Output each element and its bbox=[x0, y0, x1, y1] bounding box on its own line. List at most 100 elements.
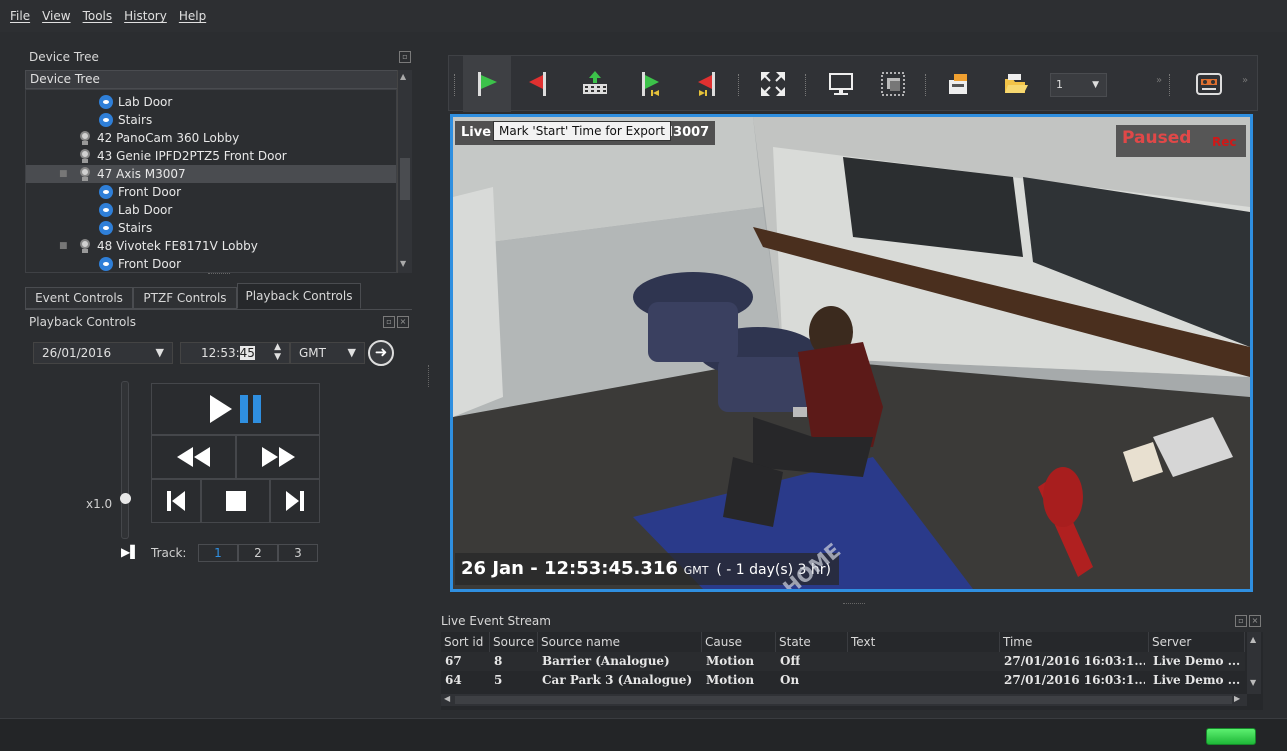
menu-file[interactable]: File bbox=[10, 9, 30, 23]
tab-playback-controls[interactable]: Playback Controls bbox=[237, 283, 361, 309]
scroll-left-icon[interactable]: ◀ bbox=[444, 694, 450, 703]
menu-view[interactable]: View bbox=[42, 9, 70, 23]
tree-node[interactable]: Lab Door bbox=[99, 201, 172, 219]
flag-end-icon bbox=[529, 72, 546, 96]
chevron-down-icon: ▼ bbox=[1092, 80, 1099, 90]
scroll-right-icon[interactable]: ▶ bbox=[1234, 694, 1240, 703]
splitter-handle[interactable] bbox=[843, 603, 865, 604]
stop-button[interactable] bbox=[201, 479, 270, 523]
tree-node[interactable]: Front Door bbox=[99, 255, 181, 272]
column-header[interactable]: Source name bbox=[538, 632, 702, 652]
panel-float-icon[interactable]: ▫ bbox=[383, 316, 395, 328]
tree-node[interactable]: Lab Door bbox=[99, 93, 172, 111]
cassette-icon bbox=[1196, 73, 1222, 95]
splitter-handle[interactable] bbox=[208, 273, 230, 274]
panel-float-icon[interactable]: ▫ bbox=[1235, 615, 1247, 627]
timezone-select[interactable]: GMT ▼ bbox=[290, 342, 365, 364]
monitor-icon bbox=[829, 73, 853, 95]
tree-node[interactable]: 43 Genie IPFD2PTZ5 Front Door bbox=[79, 147, 287, 165]
monitor-button[interactable] bbox=[817, 56, 865, 112]
menu-bar: File View Tools History Help bbox=[0, 0, 1287, 32]
tree-node[interactable]: Stairs bbox=[99, 111, 152, 129]
goto-end-mark-button[interactable] bbox=[683, 56, 731, 112]
track-3-button[interactable]: 3 bbox=[278, 544, 318, 562]
play-pause-button[interactable] bbox=[151, 383, 320, 435]
cassette-button[interactable] bbox=[1185, 56, 1233, 112]
tab-ptzf-controls[interactable]: PTZF Controls bbox=[133, 287, 237, 309]
mark-start-button[interactable] bbox=[463, 56, 511, 112]
scroll-up-icon[interactable]: ▲ bbox=[400, 72, 406, 81]
tab-event-controls[interactable]: Event Controls bbox=[25, 287, 133, 309]
track-2-button[interactable]: 2 bbox=[238, 544, 278, 562]
device-tree-list: Lab Door Stairs 42 PanoCam 360 Lobby 43 … bbox=[25, 89, 397, 273]
fast-forward-button[interactable] bbox=[236, 435, 320, 479]
vertical-splitter[interactable] bbox=[428, 365, 429, 387]
menu-tools[interactable]: Tools bbox=[83, 9, 113, 23]
date-picker[interactable]: 26/01/2016 ▼ bbox=[33, 342, 173, 364]
speed-slider-track[interactable] bbox=[121, 381, 129, 539]
table-horizontal-scrollbar[interactable]: ◀ ▶ bbox=[441, 694, 1247, 706]
time-prefix: 12:53: bbox=[201, 346, 240, 360]
fast-forward-icon bbox=[262, 447, 295, 467]
fullscreen-button[interactable] bbox=[749, 56, 797, 112]
expand-toggle-icon[interactable]: ■ bbox=[59, 241, 68, 251]
panel-close-icon[interactable]: × bbox=[1249, 615, 1261, 627]
tree-node[interactable]: ■ 48 Vivotek FE8171V Lobby bbox=[59, 237, 258, 255]
rewind-button[interactable] bbox=[151, 435, 236, 479]
timestamp-tz: GMT bbox=[683, 564, 709, 577]
rewind-icon bbox=[176, 447, 210, 467]
menu-help[interactable]: Help bbox=[179, 9, 206, 23]
save-layout-button[interactable] bbox=[935, 56, 983, 112]
column-header[interactable]: Server bbox=[1149, 632, 1245, 652]
video-viewport[interactable]: Live M3007 Mark 'Start' Time for Export … bbox=[450, 114, 1253, 592]
tree-node[interactable]: Stairs bbox=[99, 219, 152, 237]
playback-controls-title: Playback Controls bbox=[29, 315, 136, 329]
column-header[interactable]: Text bbox=[848, 632, 1000, 652]
camera-title-prefix: Live bbox=[461, 125, 492, 140]
export-toolbar: 1 ▼ » » bbox=[448, 55, 1258, 112]
tree-node-selected[interactable]: ■ 47 Axis M3007 bbox=[26, 165, 396, 183]
export-clip-button[interactable] bbox=[571, 56, 619, 112]
track-play-icon[interactable]: ▶▌ bbox=[121, 545, 139, 559]
snapshot-button[interactable] bbox=[869, 56, 917, 112]
scroll-up-icon[interactable]: ▲ bbox=[1250, 635, 1256, 644]
device-tree-scrollbar[interactable]: ▲ ▼ bbox=[397, 70, 412, 273]
overflow-chevron-icon[interactable]: » bbox=[1156, 75, 1162, 86]
panel-close-icon[interactable]: × bbox=[397, 316, 409, 328]
scrollbar-thumb[interactable] bbox=[400, 158, 410, 200]
device-tree-float-icon[interactable]: ▫ bbox=[399, 51, 411, 63]
column-header[interactable]: State bbox=[776, 632, 848, 652]
view-icon bbox=[99, 203, 113, 217]
scroll-down-icon[interactable]: ▼ bbox=[1250, 678, 1256, 687]
overflow-chevron-icon[interactable]: » bbox=[1242, 75, 1248, 86]
expand-toggle-icon[interactable]: ■ bbox=[59, 169, 68, 179]
scrollbar-thumb[interactable] bbox=[455, 696, 1232, 704]
device-tree-selector[interactable]: Device Tree ▼ bbox=[25, 70, 412, 89]
skip-start-button[interactable] bbox=[151, 479, 201, 523]
track-1-button[interactable]: 1 bbox=[198, 544, 238, 562]
scroll-down-icon[interactable]: ▼ bbox=[400, 259, 406, 268]
go-to-time-button[interactable]: ➜ bbox=[368, 340, 394, 366]
tree-node[interactable]: Front Door bbox=[99, 183, 181, 201]
table-row[interactable]: 64 5 Car Park 3 (Analogue) Motion On 27/… bbox=[441, 671, 1245, 690]
column-header[interactable]: Sort id bbox=[441, 632, 490, 652]
layout-count-select[interactable]: 1 ▼ bbox=[1050, 73, 1107, 97]
menu-history[interactable]: History bbox=[124, 9, 167, 23]
goto-start-mark-button[interactable] bbox=[627, 56, 675, 112]
table-row[interactable]: 67 8 Barrier (Analogue) Motion Off 27/01… bbox=[441, 652, 1245, 671]
tree-node[interactable]: 42 PanoCam 360 Lobby bbox=[79, 129, 239, 147]
mark-end-button[interactable] bbox=[515, 56, 563, 112]
column-header[interactable]: Source bbox=[490, 632, 538, 652]
table-vertical-scrollbar[interactable]: ▲ ▼ bbox=[1247, 632, 1261, 694]
open-layout-button[interactable] bbox=[991, 56, 1039, 112]
time-input[interactable]: 12:53:45 ▲ ▼ bbox=[180, 342, 290, 364]
spin-arrows-icon[interactable]: ▲ ▼ bbox=[274, 342, 281, 362]
skip-end-button[interactable] bbox=[270, 479, 320, 523]
tooltip: Mark 'Start' Time for Export bbox=[493, 121, 671, 141]
column-header[interactable]: Cause bbox=[702, 632, 776, 652]
column-header[interactable]: Time bbox=[1000, 632, 1149, 652]
speed-slider-handle[interactable] bbox=[120, 493, 131, 504]
tab-divider bbox=[25, 309, 412, 310]
flag-goto-start-icon bbox=[642, 72, 659, 96]
save-folder-icon bbox=[949, 74, 967, 94]
